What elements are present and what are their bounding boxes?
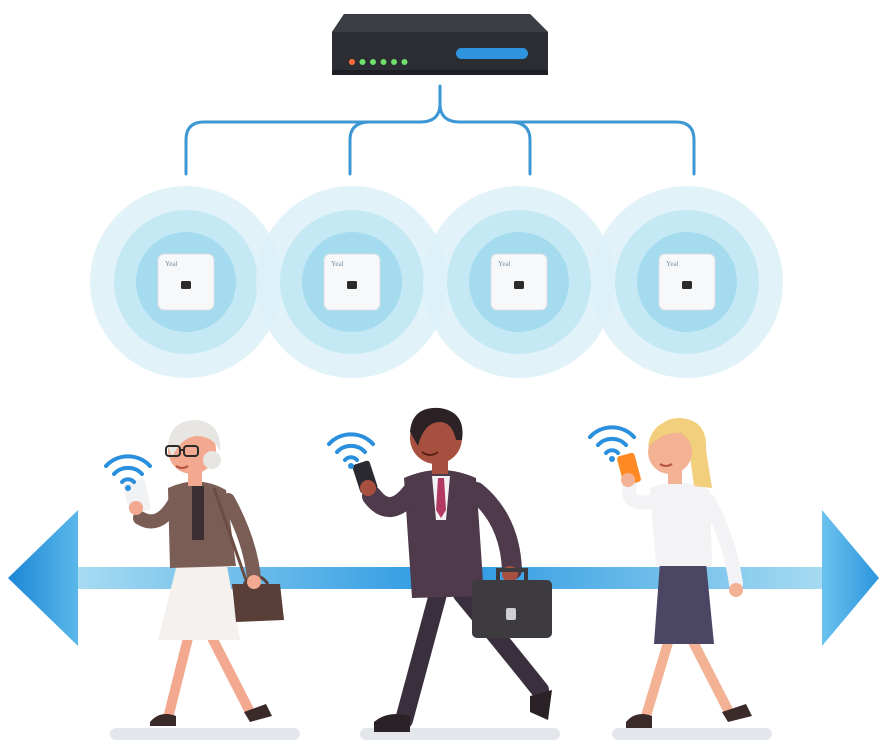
- router-led: [359, 59, 366, 65]
- router-led: [370, 59, 376, 65]
- shoe-left: [626, 714, 652, 728]
- roaming-diagram: Yeal Yeal Yeal Yeal: [8, 14, 879, 740]
- ground-shadows: [110, 728, 772, 740]
- ap-brand-label: Yeal: [498, 260, 511, 268]
- access-point: Yeal: [658, 253, 716, 311]
- network-cables: [184, 84, 696, 176]
- ap-brand-label: Yeal: [331, 260, 344, 268]
- router: [332, 14, 548, 75]
- ethernet-port-icon: [347, 281, 357, 289]
- ethernet-port-icon: [682, 281, 692, 289]
- shoe-left: [150, 714, 176, 726]
- router-led: [380, 59, 387, 65]
- briefcase: [472, 568, 552, 638]
- ap-brand-label: Yeal: [165, 260, 178, 268]
- access-point: Yeal: [490, 253, 548, 311]
- ap-brand-label: Yeal: [666, 260, 679, 268]
- handbag: [232, 584, 284, 622]
- router-led: [349, 59, 355, 65]
- ethernet-port-icon: [514, 281, 524, 289]
- arrow-left-head: [8, 510, 78, 646]
- access-point: Yeal: [323, 253, 381, 311]
- router-led: [391, 59, 397, 65]
- ethernet-port-icon: [181, 281, 191, 289]
- router-led: [401, 59, 408, 65]
- router-light-bar: [456, 48, 528, 59]
- arrow-right-head: [822, 510, 879, 646]
- access-point: Yeal: [157, 253, 215, 311]
- shoe-left: [374, 714, 410, 732]
